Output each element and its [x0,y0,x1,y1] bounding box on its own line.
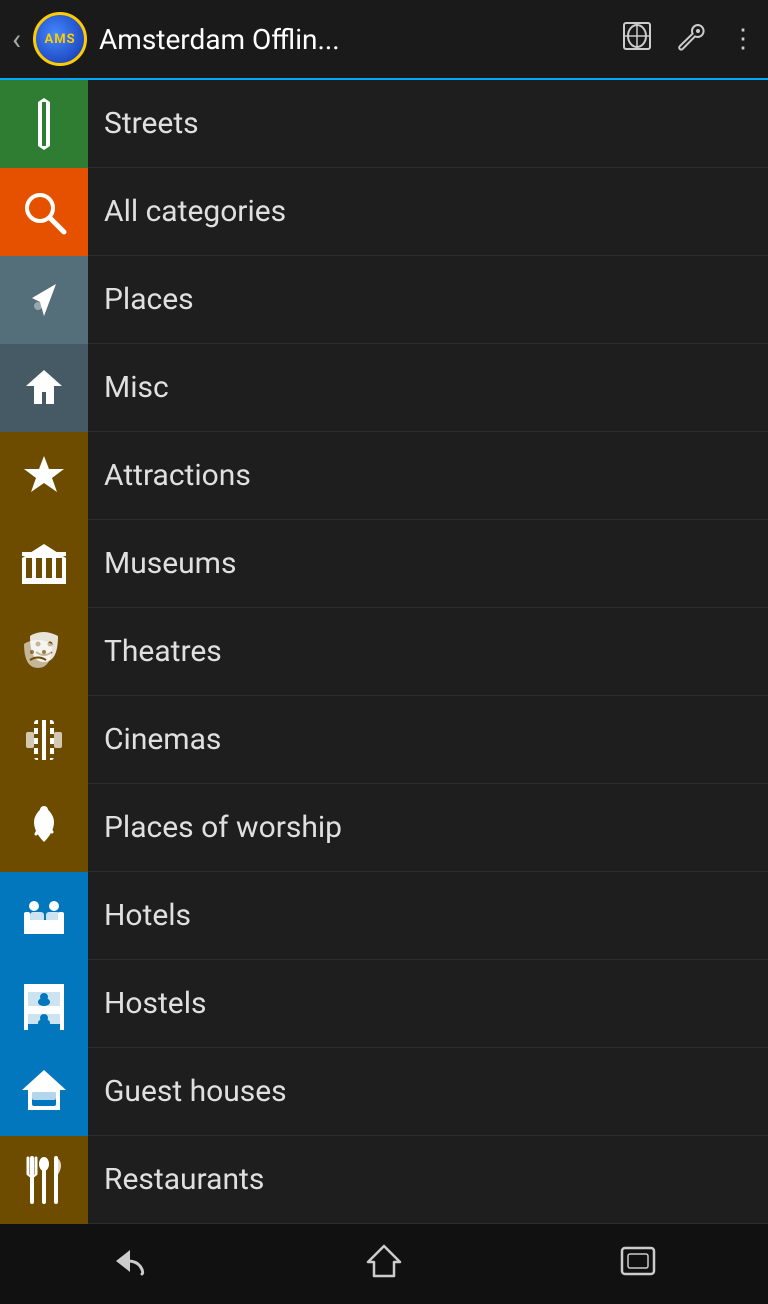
hostels-label: Hostels [88,986,207,1021]
cinemas-icon-box [0,696,88,784]
menu-item-places[interactable]: Places [0,256,768,344]
places-icon-box [0,256,88,344]
app-header: ‹ AMS Amsterdam Offlin... ⋮ [0,0,768,80]
nav-back-button[interactable] [98,1246,158,1283]
hostels-icon-box [0,960,88,1048]
app-title: Amsterdam Offlin... [99,23,622,56]
more-options-icon[interactable]: ⋮ [730,24,756,54]
menu-item-misc[interactable]: Misc [0,344,768,432]
bottom-navigation [0,1224,768,1304]
menu-item-museums[interactable]: Museums [0,520,768,608]
theatres-label: Theatres [88,634,222,669]
attractions-icon-box [0,432,88,520]
wrench-icon[interactable] [676,21,706,58]
menu-item-streets[interactable]: Streets [0,80,768,168]
streets-label: Streets [88,106,199,141]
menu-item-theatres[interactable]: Theatres [0,608,768,696]
menu-item-hotels[interactable]: Hotels [0,872,768,960]
hotels-icon-box [0,872,88,960]
cinemas-label: Cinemas [88,722,221,757]
restaurants-label: Restaurants [88,1162,264,1197]
menu-item-attractions[interactable]: Attractions [0,432,768,520]
theatres-icon-box [0,608,88,696]
menu-item-hostels[interactable]: Hostels [0,960,768,1048]
menu-item-restaurants[interactable]: Restaurants [0,1136,768,1224]
worship-icon-box [0,784,88,872]
places-label: Places [88,282,194,317]
guesthouses-icon-box [0,1048,88,1136]
restaurants-icon-box [0,1136,88,1224]
header-actions: ⋮ [622,21,756,58]
menu-item-all-categories[interactable]: All categories [0,168,768,256]
museums-label: Museums [88,546,236,581]
map-icon[interactable] [622,21,652,58]
logo-circle: AMS [33,12,87,66]
menu-item-cinemas[interactable]: Cinemas [0,696,768,784]
worship-label: Places of worship [88,810,342,845]
attractions-label: Attractions [88,458,251,493]
app-logo: AMS [31,10,89,68]
back-button[interactable]: ‹ [12,22,21,57]
hotels-label: Hotels [88,898,191,933]
streets-icon-box [0,80,88,168]
museums-icon-box [0,520,88,608]
menu-list: Streets All categories Places Misc Attra… [0,80,768,1224]
menu-item-places-of-worship[interactable]: Places of worship [0,784,768,872]
nav-home-button[interactable] [354,1244,414,1285]
all-categories-icon-box [0,168,88,256]
misc-icon-box [0,344,88,432]
menu-item-guest-houses[interactable]: Guest houses [0,1048,768,1136]
guesthouses-label: Guest houses [88,1074,287,1109]
all-categories-label: All categories [88,194,286,229]
nav-recents-button[interactable] [610,1246,670,1283]
misc-label: Misc [88,370,169,405]
